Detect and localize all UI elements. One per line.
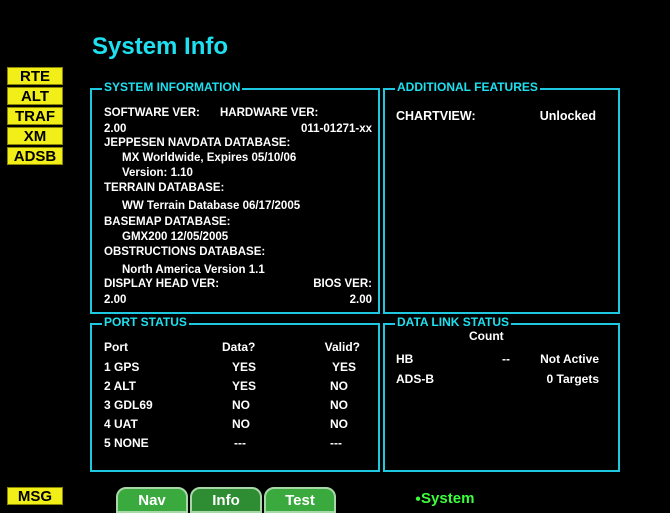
data-header: Data? <box>222 340 256 354</box>
port-name: 4 UAT <box>104 417 138 431</box>
tab-test[interactable]: Test <box>264 487 336 513</box>
jeppesen-value: MX Worldwide, Expires 05/10/06 <box>122 152 297 164</box>
port-data: NO <box>232 417 250 431</box>
page-indicator-label: System <box>421 490 475 507</box>
valid-header: Valid? <box>324 340 360 354</box>
additional-features-legend: ADDITIONAL FEATURES <box>395 80 540 94</box>
chartview-value: Unlocked <box>539 109 596 123</box>
port-row: 2 ALT YES NO <box>92 379 378 398</box>
port-valid: --- <box>330 436 342 450</box>
port-row: 5 NONE --- --- <box>92 436 378 455</box>
port-data: YES <box>232 379 257 393</box>
terrain-value: WW Terrain Database 06/17/2005 <box>122 200 301 212</box>
softkey-rte[interactable]: RTE <box>7 67 63 85</box>
count-header: Count <box>469 329 504 343</box>
jeppesen-version: Version: 1.10 <box>122 167 193 179</box>
port-row: 1 GPS YES YES <box>92 360 378 379</box>
softkey-traf[interactable]: TRAF <box>7 107 63 125</box>
page-indicator: ●System <box>415 490 474 507</box>
page-title: System Info <box>92 33 229 60</box>
obstructions-label: OBSTRUCTIONS DATABASE: <box>104 246 266 258</box>
port-header: Port <box>104 340 128 354</box>
data-link-status-panel: DATA LINK STATUS Count HB -- Not Active … <box>383 315 620 472</box>
port-status-header: Port Data? Valid? <box>92 340 378 359</box>
data-link-state: Not Active <box>540 352 599 366</box>
display-head-value: 2.00 <box>104 294 127 306</box>
port-name: 3 GDL69 <box>104 398 153 412</box>
software-ver-label: SOFTWARE VER: <box>104 107 200 119</box>
data-link-row: HB -- Not Active <box>385 352 618 371</box>
port-data: --- <box>234 436 246 450</box>
softkey-xm[interactable]: XM <box>7 127 63 145</box>
data-link-name: ADS-B <box>396 372 434 386</box>
terrain-label: TERRAIN DATABASE: <box>104 182 225 194</box>
hardware-ver-label: HARDWARE VER: <box>220 107 319 119</box>
port-data: NO <box>232 398 250 412</box>
data-link-status-legend: DATA LINK STATUS <box>395 315 511 329</box>
system-information-legend: SYSTEM INFORMATION <box>102 80 243 94</box>
port-row: 4 UAT NO NO <box>92 417 378 436</box>
basemap-label: BASEMAP DATABASE: <box>104 216 231 228</box>
tab-nav[interactable]: Nav <box>116 487 188 513</box>
obstructions-value: North America Version 1.1 <box>122 264 265 276</box>
additional-features-panel: ADDITIONAL FEATURES CHARTVIEW: Unlocked <box>383 80 620 314</box>
softkey-alt[interactable]: ALT <box>7 87 63 105</box>
port-row: 3 GDL69 NO NO <box>92 398 378 417</box>
basemap-value: GMX200 12/05/2005 <box>122 231 229 243</box>
msg-button[interactable]: MSG <box>7 487 63 505</box>
hardware-ver-value: 011-01271-xx <box>301 123 372 135</box>
data-link-row: ADS-B 0 Targets <box>385 372 618 391</box>
port-status-legend: PORT STATUS <box>102 315 189 329</box>
display-head-label: DISPLAY HEAD VER: <box>104 278 220 290</box>
chartview-label: CHARTVIEW: <box>396 109 476 123</box>
bios-label: BIOS VER: <box>313 278 372 290</box>
port-name: 2 ALT <box>104 379 136 393</box>
bios-value: 2.00 <box>349 294 372 306</box>
software-ver-value: 2.00 <box>104 123 127 135</box>
data-link-header: Count <box>385 329 618 348</box>
port-data: YES <box>232 360 257 374</box>
data-link-state: 0 Targets <box>546 372 599 386</box>
port-valid: NO <box>330 398 348 412</box>
port-valid: NO <box>330 417 348 431</box>
tab-info[interactable]: Info <box>190 487 262 513</box>
system-information-panel: SYSTEM INFORMATION SOFTWARE VER: HARDWAR… <box>90 80 380 314</box>
port-valid: YES <box>331 360 356 374</box>
port-name: 5 NONE <box>104 436 149 450</box>
port-name: 1 GPS <box>104 360 140 374</box>
data-link-name: HB <box>396 352 414 366</box>
port-status-panel: PORT STATUS Port Data? Valid? 1 GPS YES … <box>90 315 380 472</box>
port-valid: NO <box>330 379 348 393</box>
data-link-count: -- <box>502 352 510 366</box>
softkey-adsb[interactable]: ADSB <box>7 147 63 165</box>
jeppesen-label: JEPPESEN NAVDATA DATABASE: <box>104 137 291 149</box>
